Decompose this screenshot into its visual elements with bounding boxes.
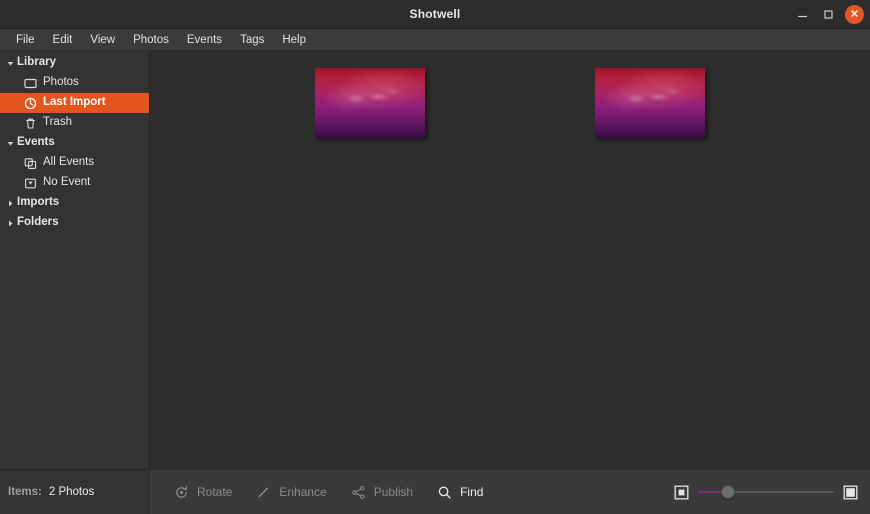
- menu-item-file[interactable]: File: [7, 29, 44, 51]
- sidebar-item-label: No Event: [43, 176, 91, 189]
- sidebar-item-label: All Events: [43, 156, 95, 169]
- sidebar-item-label: Last Import: [43, 96, 106, 109]
- window-title: Shotwell: [409, 7, 461, 21]
- enhance-button[interactable]: Enhance: [244, 477, 338, 507]
- menu-item-help[interactable]: Help: [273, 29, 315, 51]
- menu-item-photos[interactable]: Photos: [124, 29, 178, 51]
- zoom-slider-handle[interactable]: [720, 485, 735, 499]
- sidebar-item-label: Events: [17, 136, 55, 149]
- find-button[interactable]: Find: [425, 477, 495, 507]
- titlebar: Shotwell: [0, 0, 870, 29]
- sidebar-item-label: Library: [17, 56, 56, 69]
- sidebar-item-trash[interactable]: Trash: [0, 113, 149, 133]
- menu-item-events[interactable]: Events: [178, 29, 231, 51]
- sidebar-item-label: Imports: [17, 196, 60, 209]
- large-thumbnail-icon[interactable]: [843, 485, 858, 500]
- search-icon: [437, 485, 452, 500]
- menubar: File Edit View Photos Events Tags Help: [0, 29, 870, 51]
- menu-item-edit[interactable]: Edit: [44, 29, 82, 51]
- rotate-icon: [174, 485, 189, 500]
- chevron-down-icon[interactable]: [4, 59, 17, 68]
- rotate-button[interactable]: Rotate: [162, 477, 244, 507]
- maximize-icon: [823, 9, 834, 20]
- publish-icon: [351, 485, 366, 500]
- sidebar-item-events[interactable]: Events: [0, 133, 149, 153]
- sidebar-tree: Library Photos Last Import Trash Events …: [0, 51, 149, 469]
- enhance-icon: [256, 485, 271, 500]
- sidebar-item-imports[interactable]: Imports: [0, 193, 149, 213]
- all-events-icon: [22, 157, 39, 170]
- status-items-value: 2 Photos: [48, 486, 95, 498]
- thumbnail-image: [315, 68, 425, 138]
- statusbar: Items: 2 Photos: [0, 469, 149, 514]
- main-body: Library Photos Last Import Trash Events …: [0, 51, 870, 514]
- clock-icon: [22, 97, 39, 110]
- zoom-slider-group: [674, 484, 860, 500]
- rotate-label: Rotate: [197, 485, 233, 499]
- sidebar-item-folders[interactable]: Folders: [0, 213, 149, 233]
- photos-icon: [22, 77, 39, 90]
- maximize-button[interactable]: [819, 5, 838, 24]
- chevron-right-icon[interactable]: [4, 219, 17, 228]
- minimize-icon: [797, 9, 808, 20]
- enhance-label: Enhance: [279, 485, 327, 499]
- no-event-icon: [22, 177, 39, 190]
- content-column: Rotate Enhance Publish Find: [150, 51, 870, 514]
- photo-grid[interactable]: [150, 51, 870, 469]
- thumbnail-image: [595, 68, 705, 138]
- window-controls: [793, 0, 864, 29]
- sidebar-item-library[interactable]: Library: [0, 53, 149, 73]
- status-items-label: Items:: [8, 486, 42, 498]
- menu-item-view[interactable]: View: [81, 29, 124, 51]
- publish-label: Publish: [373, 485, 414, 499]
- close-icon: [849, 6, 860, 24]
- trash-icon: [22, 117, 39, 130]
- small-thumbnail-icon[interactable]: [674, 485, 689, 500]
- sidebar-item-no-event[interactable]: No Event: [0, 173, 149, 193]
- photo-thumbnail-1[interactable]: [315, 68, 425, 138]
- sidebar-item-photos[interactable]: Photos: [0, 73, 149, 93]
- close-button[interactable]: [845, 5, 864, 24]
- chevron-down-icon[interactable]: [4, 139, 17, 148]
- publish-button[interactable]: Publish: [339, 477, 425, 507]
- chevron-right-icon[interactable]: [4, 199, 17, 208]
- sidebar-item-label: Folders: [17, 216, 59, 229]
- shotwell-window: Shotwell File Edit View Photos Events Ta…: [0, 0, 870, 514]
- sidebar-item-label: Photos: [43, 76, 79, 89]
- sidebar-item-label: Trash: [43, 116, 72, 129]
- sidebar-item-all-events[interactable]: All Events: [0, 153, 149, 173]
- sidebar-item-last-import[interactable]: Last Import: [0, 93, 149, 113]
- minimize-button[interactable]: [793, 5, 812, 24]
- menu-item-tags[interactable]: Tags: [231, 29, 273, 51]
- bottom-toolbar: Rotate Enhance Publish Find: [150, 469, 870, 514]
- find-label: Find: [460, 485, 484, 499]
- zoom-slider[interactable]: [698, 484, 834, 500]
- photo-thumbnail-2[interactable]: [595, 68, 705, 138]
- sidebar: Library Photos Last Import Trash Events …: [0, 51, 150, 514]
